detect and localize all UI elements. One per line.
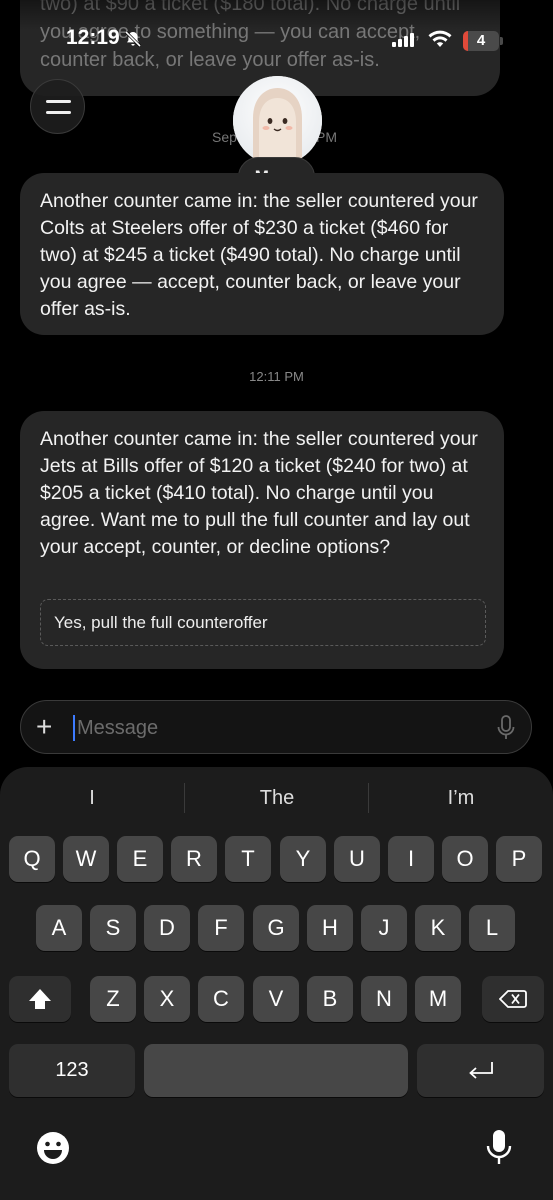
key[interactable]: E [117,836,163,882]
key[interactable]: G [253,905,299,951]
key[interactable]: X [144,976,190,1022]
key[interactable]: U [334,836,380,882]
date-stamp-left: Sep [212,129,237,145]
keyboard-suggestions: I The I’m [0,767,553,829]
menu-button[interactable] [30,79,85,134]
backspace-key[interactable] [482,976,544,1022]
dictation-microphone-icon[interactable] [486,1129,512,1172]
key[interactable]: M [415,976,461,1022]
add-attachment-icon[interactable]: + [36,713,52,741]
key[interactable]: O [442,836,488,882]
numbers-key[interactable]: 123 [9,1044,135,1097]
agent-avatar[interactable] [233,76,322,165]
key[interactable]: Z [90,976,136,1022]
key[interactable]: R [171,836,217,882]
silent-bell-icon [124,30,142,53]
key[interactable]: K [415,905,461,951]
key[interactable]: T [225,836,271,882]
wifi-icon [428,30,452,53]
message-timestamp: 12:11 PM [249,369,304,384]
text-cursor [73,715,75,741]
message-text: Another counter came in: the seller coun… [40,190,478,320]
date-stamp: Sep PM [212,129,337,145]
key[interactable]: H [307,905,353,951]
space-key[interactable] [144,1044,408,1097]
key[interactable]: B [307,976,353,1022]
shift-icon [9,976,71,1022]
key[interactable]: S [90,905,136,951]
backspace-icon [482,976,544,1022]
return-key[interactable] [417,1044,544,1097]
keyboard-suggestion[interactable]: I’m [369,787,553,810]
assistant-message-bubble: Another counter came in: the seller coun… [20,173,504,335]
key[interactable]: Y [280,836,326,882]
message-composer: + [20,700,532,754]
return-icon [417,1044,544,1097]
message-text: Another counter came in: the seller coun… [40,428,478,558]
key[interactable]: D [144,905,190,951]
key[interactable]: F [198,905,244,951]
battery-tip [500,37,503,45]
status-time: 12:19 [66,26,120,49]
shift-key[interactable] [9,976,71,1022]
keyboard-suggestion[interactable]: The [185,787,369,810]
suggested-reply-button[interactable]: Yes, pull the full counteroffer [40,599,486,646]
microphone-icon[interactable] [497,715,515,746]
onscreen-keyboard: I The I’m Q W E R T Y U I O P A S D F G … [0,767,553,1200]
assistant-message-bubble: Another counter came in: the seller coun… [20,411,504,669]
emoji-icon[interactable] [36,1131,70,1170]
key[interactable]: L [469,905,515,951]
status-bar: 12:19 4 [0,0,553,80]
mascot-avatar-icon [233,76,322,165]
key[interactable]: J [361,905,407,951]
key[interactable]: I [388,836,434,882]
message-input[interactable] [77,713,477,743]
key[interactable]: A [36,905,82,951]
key[interactable]: N [361,976,407,1022]
key[interactable]: V [253,976,299,1022]
key[interactable]: C [198,976,244,1022]
key[interactable]: Q [9,836,55,882]
key[interactable]: P [496,836,542,882]
keyboard-suggestion[interactable]: I [0,787,184,810]
key[interactable]: W [63,836,109,882]
cellular-signal-icon [392,33,416,52]
battery-indicator: 4 [463,31,499,51]
